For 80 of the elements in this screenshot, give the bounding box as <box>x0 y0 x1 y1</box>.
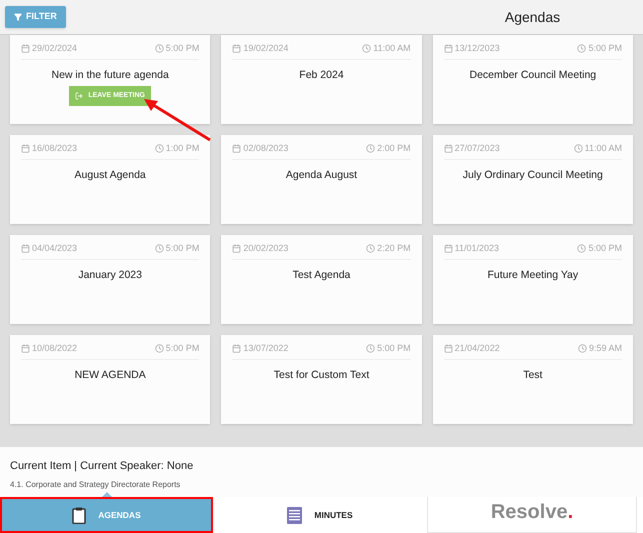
clock-icon <box>577 44 586 54</box>
meeting-date: 27/07/2023 <box>454 142 500 155</box>
meeting-date: 02/08/2023 <box>243 142 288 155</box>
calendar-icon <box>232 344 242 354</box>
clock-icon <box>154 44 164 54</box>
agenda-title: Test <box>523 368 542 382</box>
agenda-title: New in the future agenda <box>51 68 169 82</box>
agenda-card[interactable]: 13/12/2023 5:00 PM December Council Meeting <box>432 35 633 124</box>
meeting-date: 13/12/2023 <box>454 42 500 55</box>
agenda-title: Future Meeting Yay <box>487 268 578 282</box>
clock-icon <box>578 344 587 354</box>
agenda-card[interactable]: 04/04/2023 5:00 PM January 2023 <box>10 235 210 324</box>
agenda-card[interactable]: 11/01/2023 5:00 PM Future Meeting Yay <box>432 235 633 324</box>
agenda-title: NEW AGENDA <box>74 368 146 382</box>
agenda-card[interactable]: 16/08/2023 1:00 PM August Agenda <box>10 135 210 224</box>
agenda-title: July Ordinary Council Meeting <box>462 168 603 182</box>
calendar-icon <box>232 144 242 154</box>
current-item-heading: Current Item | Current Speaker: None <box>10 459 194 474</box>
agenda-card[interactable]: 19/02/2024 11:00 AM Feb 2024 <box>221 35 422 124</box>
clock-icon <box>577 244 586 254</box>
meeting-time: 5:00 PM <box>166 242 200 255</box>
meeting-time: 5:00 PM <box>588 242 622 255</box>
clock-icon <box>366 244 376 254</box>
meeting-time: 9:59 AM <box>588 342 622 355</box>
clock-icon <box>366 144 376 154</box>
annotation-arrow <box>142 98 212 142</box>
calendar-icon <box>21 144 30 154</box>
meeting-time: 11:00 AM <box>373 42 411 55</box>
agenda-card[interactable]: 02/08/2023 2:00 PM Agenda August <box>221 135 422 224</box>
calendar-icon <box>444 144 453 154</box>
calendar-icon <box>232 244 242 254</box>
current-agenda-item: 4.1. Corporate and Strategy Directorate Reports <box>10 478 182 490</box>
clock-icon <box>154 244 164 254</box>
clock-icon <box>366 344 376 354</box>
document-icon <box>287 506 302 524</box>
meeting-date: 19/02/2024 <box>243 42 288 55</box>
meeting-date: 21/04/2022 <box>454 342 500 355</box>
agenda-title: August Agenda <box>74 168 146 182</box>
meeting-time: 2:20 PM <box>377 242 411 255</box>
meeting-time: 5:00 PM <box>166 342 200 355</box>
clock-icon <box>154 144 164 154</box>
meeting-time: 2:00 PM <box>377 142 411 155</box>
calendar-icon <box>21 344 30 354</box>
calendar-icon <box>21 244 30 254</box>
exit-icon <box>75 92 84 100</box>
meeting-date: 13/07/2022 <box>243 342 288 355</box>
agenda-card[interactable]: 13/07/2022 5:00 PM Test for Custom Text <box>221 335 422 424</box>
calendar-icon <box>232 44 242 54</box>
meeting-time: 5:00 PM <box>588 42 622 55</box>
agenda-card[interactable]: 20/02/2023 2:20 PM Test Agenda <box>221 235 422 324</box>
meeting-time: 5:00 PM <box>166 42 200 55</box>
meeting-date: 16/08/2023 <box>32 142 78 155</box>
agenda-title: December Council Meeting <box>469 68 596 82</box>
meeting-date: 11/01/2023 <box>454 242 500 255</box>
agenda-title: Test Agenda <box>292 268 350 282</box>
meeting-time: 5:00 PM <box>377 342 411 355</box>
clock-icon <box>362 44 372 54</box>
meeting-date: 20/02/2023 <box>243 242 288 255</box>
agenda-card[interactable]: 27/07/2023 11:00 AM July Ordinary Council Meeting <box>432 135 633 224</box>
calendar-icon <box>444 244 453 254</box>
page-title: Agendas <box>504 8 562 27</box>
meeting-time: 1:00 PM <box>166 142 200 155</box>
meeting-time: 11:00 AM <box>584 142 622 155</box>
filter-icon <box>14 13 22 21</box>
agenda-title: Agenda August <box>286 168 358 182</box>
meeting-date: 29/02/2024 <box>32 42 78 55</box>
agenda-card[interactable]: 21/04/2022 9:59 AM Test <box>432 335 633 424</box>
clock-icon <box>574 144 583 154</box>
clock-icon <box>154 344 164 354</box>
calendar-icon <box>444 44 453 54</box>
clipboard-icon <box>72 506 86 524</box>
agenda-card[interactable]: 10/08/2022 5:00 PM NEW AGENDA <box>10 335 210 424</box>
agenda-title: Test for Custom Text <box>274 368 370 382</box>
agenda-title: January 2023 <box>78 268 142 282</box>
meeting-date: 04/04/2023 <box>32 242 78 255</box>
calendar-icon <box>21 44 30 54</box>
calendar-icon <box>444 344 453 354</box>
resolve-logo: Resolve. <box>490 500 574 525</box>
meeting-date: 10/08/2022 <box>32 342 78 355</box>
agenda-title: Feb 2024 <box>299 68 344 82</box>
